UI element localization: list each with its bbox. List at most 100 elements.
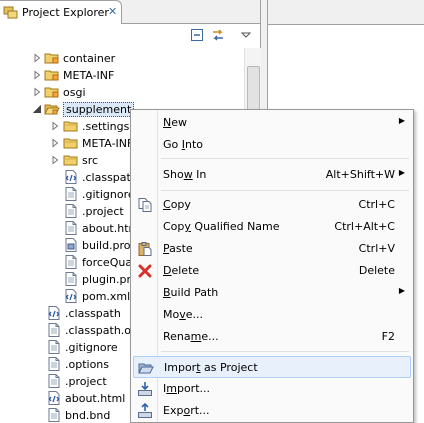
tree-item-label: .project bbox=[65, 375, 107, 388]
collapsed-twistie-icon[interactable] bbox=[50, 155, 60, 165]
menu-item-label: Show In bbox=[163, 168, 207, 181]
tree-item-osgi[interactable]: osgi bbox=[0, 84, 244, 101]
submenu-arrow-icon: ▶ bbox=[398, 168, 405, 177]
menu-item-import[interactable]: Import... bbox=[133, 378, 411, 400]
menu-item-label: Copy Qualified Name bbox=[163, 220, 280, 233]
properties-file-icon bbox=[63, 237, 79, 253]
menu-item-label: Rename... bbox=[163, 330, 219, 343]
menu-item-rename[interactable]: Rename... F2 bbox=[133, 326, 411, 348]
menu-item-copy-qualified-name[interactable]: Copy Qualified Name Ctrl+Alt+C bbox=[133, 216, 411, 238]
menu-item-move[interactable]: Move... bbox=[133, 304, 411, 326]
menu-item-show-in[interactable]: Show In Alt+Shift+W ▶ bbox=[133, 164, 411, 186]
menu-item-shortcut: Ctrl+Alt+C bbox=[334, 220, 395, 233]
menu-item-copy[interactable]: Copy Ctrl+C bbox=[133, 194, 411, 216]
tree-item-label: .gitignore bbox=[82, 188, 135, 201]
menu-item-label: Copy bbox=[163, 198, 191, 211]
file-icon bbox=[46, 339, 62, 355]
file-icon bbox=[46, 407, 62, 423]
tab-project-explorer[interactable]: Project Explorer ✕ bbox=[0, 0, 122, 24]
package-folder-icon bbox=[44, 67, 60, 83]
menu-item-new[interactable]: New ▶ bbox=[133, 112, 411, 134]
collapsed-twistie-icon[interactable] bbox=[32, 87, 42, 97]
file-icon bbox=[46, 322, 62, 338]
view-menu-icon[interactable] bbox=[240, 27, 252, 43]
folder-icon bbox=[63, 135, 79, 151]
import-icon bbox=[137, 381, 153, 397]
link-with-editor-icon[interactable] bbox=[210, 27, 226, 43]
tree-item-label: pom.xml bbox=[82, 290, 131, 303]
view-tab-bar: Project Explorer ✕ bbox=[0, 0, 260, 24]
menu-item-shortcut: Alt+Shift+W bbox=[325, 168, 395, 181]
open-folder-icon bbox=[138, 360, 154, 376]
folder-icon bbox=[63, 118, 79, 134]
menu-item-export[interactable]: Export... bbox=[133, 400, 411, 422]
menu-item-shortcut: Ctrl+V bbox=[358, 242, 395, 255]
package-folder-icon bbox=[44, 84, 60, 100]
tree-item-label: .gitignore bbox=[65, 341, 118, 354]
close-icon[interactable]: ✕ bbox=[108, 5, 117, 18]
context-menu: New ▶ Go Into Show In Alt+Shift+W ▶ Copy Ctrl+C… bbox=[130, 109, 414, 423]
tree-item-label: bnd.bnd bbox=[65, 409, 111, 422]
xml-file-icon bbox=[63, 169, 79, 185]
submenu-arrow-icon: ▶ bbox=[398, 286, 405, 295]
menu-separator bbox=[161, 351, 409, 352]
tree-item-label: META-INF bbox=[63, 69, 115, 82]
menu-item-label: Build Path bbox=[163, 286, 219, 299]
menu-item-label: Import... bbox=[163, 382, 211, 395]
collapsed-twistie-icon[interactable] bbox=[32, 53, 42, 63]
file-icon bbox=[63, 254, 79, 270]
xml-file-icon bbox=[63, 288, 79, 304]
folder-icon bbox=[63, 152, 79, 168]
menu-item-go-into[interactable]: Go Into bbox=[133, 134, 411, 156]
menu-item-shortcut: Delete bbox=[358, 264, 395, 277]
export-icon bbox=[137, 402, 153, 419]
xml-file-icon bbox=[46, 390, 62, 406]
file-icon bbox=[63, 220, 79, 236]
view-toolbar bbox=[0, 24, 260, 46]
tree-item-meta-inf[interactable]: META-INF bbox=[0, 67, 244, 84]
tree-item-label: .classpath bbox=[65, 307, 121, 320]
menu-item-shortcut: Ctrl+C bbox=[358, 198, 395, 211]
project-explorer-icon bbox=[3, 6, 18, 19]
menu-item-delete[interactable]: Delete Delete bbox=[133, 260, 411, 282]
editor-tab-bar bbox=[268, 0, 424, 25]
open-package-folder-icon bbox=[44, 101, 60, 117]
file-icon bbox=[63, 186, 79, 202]
menu-separator bbox=[161, 190, 409, 191]
menu-item-import-as-project[interactable]: Import as Project bbox=[133, 356, 411, 378]
tree-item-label: container bbox=[63, 52, 116, 65]
menu-item-label: Go Into bbox=[163, 138, 204, 151]
menu-item-paste[interactable]: Paste Ctrl+V bbox=[133, 238, 411, 260]
collapsed-twistie-icon[interactable] bbox=[32, 70, 42, 80]
xml-file-icon bbox=[46, 305, 62, 321]
tree-item-label: about.html bbox=[65, 392, 126, 405]
collapsed-twistie-icon[interactable] bbox=[50, 138, 60, 148]
menu-item-label: Paste bbox=[163, 242, 193, 255]
menu-item-label: New bbox=[163, 116, 187, 129]
tree-item-label: supplement bbox=[63, 102, 135, 117]
menu-item-build-path[interactable]: Build Path ▶ bbox=[133, 282, 411, 304]
menu-item-label: Import as Project bbox=[164, 361, 258, 374]
tree-item-label: src bbox=[82, 154, 99, 167]
file-icon bbox=[63, 271, 79, 287]
file-icon bbox=[46, 373, 62, 389]
tab-title: Project Explorer bbox=[22, 6, 109, 19]
tree-item-label: .options bbox=[65, 358, 110, 371]
menu-item-label: Export... bbox=[163, 404, 210, 417]
collapse-all-icon[interactable] bbox=[190, 27, 204, 43]
tree-item-label: META-INF bbox=[82, 137, 134, 150]
menu-separator bbox=[161, 158, 409, 159]
tree-item-label: osgi bbox=[63, 86, 86, 99]
package-folder-icon bbox=[44, 50, 60, 66]
collapsed-twistie-icon[interactable] bbox=[50, 121, 60, 131]
submenu-arrow-icon: ▶ bbox=[398, 116, 405, 125]
menu-item-shortcut: F2 bbox=[381, 330, 395, 343]
expanded-twistie-icon[interactable] bbox=[32, 104, 42, 114]
menu-item-label: Move... bbox=[163, 308, 204, 321]
copy-icon bbox=[137, 197, 153, 213]
menu-item-label: Delete bbox=[163, 264, 200, 277]
tree-item-container[interactable]: container bbox=[0, 50, 244, 67]
file-icon bbox=[63, 203, 79, 219]
delete-icon bbox=[137, 263, 153, 279]
paste-icon bbox=[137, 241, 153, 257]
